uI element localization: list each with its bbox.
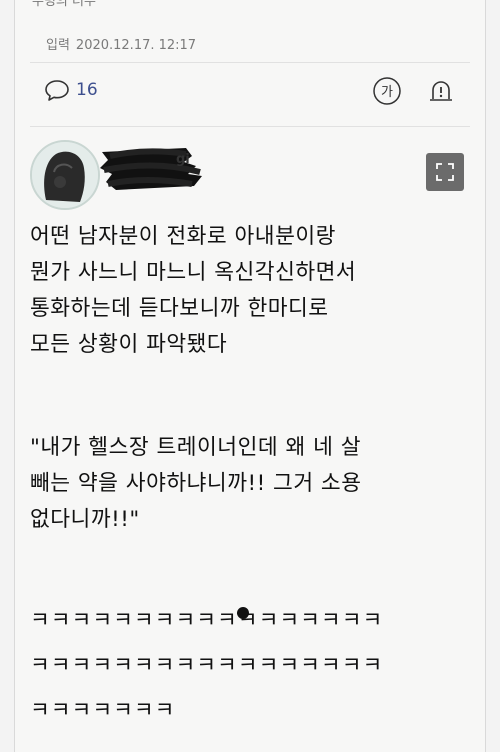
speech-bubble-icon xyxy=(44,78,70,102)
author-name-suffix: gi xyxy=(176,152,190,167)
post-quote: "내가 헬스장 트레이너인데 왜 네 살 빼는 약을 사야하냐니까!! 그거 소… xyxy=(30,435,362,532)
expand-icon xyxy=(436,163,454,181)
author-name-redacted xyxy=(96,146,212,192)
font-size-button[interactable]: 가 xyxy=(372,76,402,106)
report-button[interactable] xyxy=(426,76,456,106)
font-size-icon: 가 xyxy=(373,77,401,105)
font-size-glyph: 가 xyxy=(381,85,393,100)
comment-count: 16 xyxy=(76,80,98,100)
post-laughter: ㅋㅋㅋㅋㅋㅋㅋㅋㅋㅋㅋㅋㅋㅋㅋㅋㅋ ㅋㅋㅋㅋㅋㅋㅋㅋㅋㅋㅋㅋㅋㅋㅋㅋㅋ ㅋㅋㅋㅋ… xyxy=(30,608,384,723)
date-label: 입력 xyxy=(46,38,70,53)
article-title-cut: 우명의 너무 xyxy=(32,0,96,9)
date-value: 2020.12.17. 12:17 xyxy=(75,38,197,53)
comment-button[interactable]: 16 xyxy=(44,78,98,102)
divider xyxy=(30,126,470,127)
divider xyxy=(30,62,470,63)
siren-icon xyxy=(430,81,452,101)
expand-button[interactable] xyxy=(426,153,464,191)
article-date: 입력 2020.12.17. 12:17 xyxy=(46,34,196,53)
post-paragraph: 어떤 남자분이 전화로 아내분이랑 뭔가 사느니 마느니 옥신각신하면서 통화하… xyxy=(30,224,357,357)
avatar[interactable] xyxy=(30,140,100,210)
